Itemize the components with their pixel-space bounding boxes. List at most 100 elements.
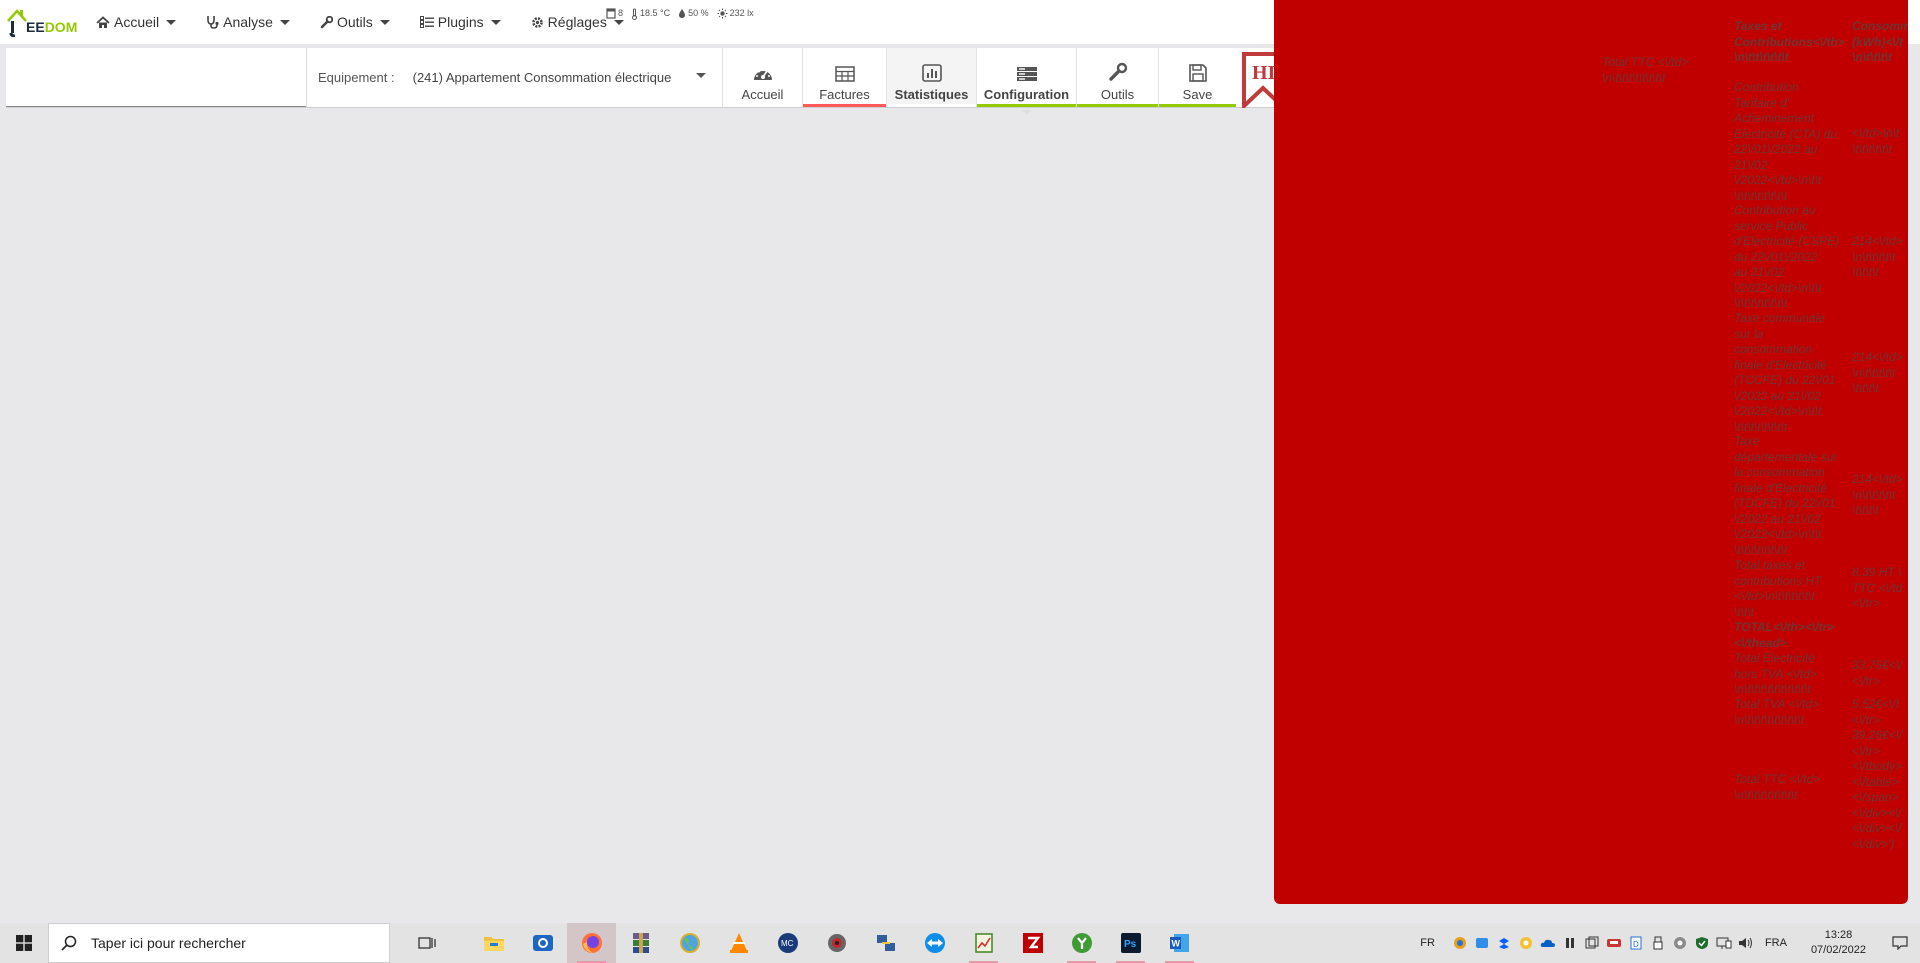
notification-button[interactable] xyxy=(1880,936,1920,950)
filezilla-button[interactable] xyxy=(1008,923,1057,963)
pause-icon xyxy=(1565,938,1574,948)
notepad-chart-button[interactable] xyxy=(959,923,1008,963)
equipment-select[interactable]: Equipement : (241) Appartement Consommat… xyxy=(306,48,722,107)
overlay-row-tccfe: Taxe communale sur la consommation final… xyxy=(1734,311,1836,434)
wrench-icon xyxy=(320,15,333,28)
jeedom-app-button[interactable] xyxy=(1057,923,1106,963)
sun-icon xyxy=(717,8,728,19)
tray-app-3[interactable] xyxy=(1493,923,1515,963)
windows-icon xyxy=(1585,936,1599,949)
overlay-row-total-ttc-value: 39.26€<\/ <\/tr> <\/tbody> <\/table> <\/… xyxy=(1852,728,1903,851)
system-tray: FR D FRA 13:28 07/02/2022 xyxy=(1420,923,1920,963)
firefox-button[interactable] xyxy=(567,923,616,963)
luminosity-status[interactable]: 232 lx xyxy=(717,8,754,19)
sync-icon xyxy=(1519,937,1532,949)
humidity-status[interactable]: 50 % xyxy=(678,8,709,19)
tray-onedrive[interactable] xyxy=(1537,923,1559,963)
overlay-row-total-tva-value: 5.52€<\/t <\/tr> xyxy=(1852,697,1900,727)
toolbar-statistiques-button[interactable]: Statistiques xyxy=(886,48,976,115)
overlay-row-cta: Contribution Tarifaire d' Acheminement E… xyxy=(1734,80,1838,203)
gear-badge-icon xyxy=(1673,937,1686,949)
taskbar-apps: MC Ps W xyxy=(402,923,1204,963)
outils-underline xyxy=(1077,104,1158,107)
toolbar-configuration-button[interactable]: Configuration xyxy=(976,48,1076,115)
teamviewer-icon xyxy=(924,933,945,953)
photoshop-icon: Ps xyxy=(1120,933,1141,953)
toolbar-outils-button[interactable]: Outils xyxy=(1076,48,1158,107)
vlc-button[interactable] xyxy=(714,923,763,963)
overlay-total-header: TOTAL<\/th><\/tr> <\/thead> xyxy=(1734,620,1835,650)
utility-app-button[interactable] xyxy=(812,923,861,963)
tray-usb[interactable] xyxy=(1647,923,1669,963)
tray-network[interactable] xyxy=(1713,923,1735,963)
overlay-row-cspe-value: 214<\/td> \n\t\t\t\t\t \t\t\t\t xyxy=(1852,234,1903,279)
taskbar-search[interactable]: Taper ici pour rechercher xyxy=(48,923,390,963)
tray-app-5[interactable] xyxy=(1603,923,1625,963)
house-logo-icon xyxy=(6,7,28,38)
toolbar-save-button[interactable]: Save xyxy=(1158,48,1236,107)
overlay-row-total-elec: Total Electricité hors TVA <\/td> \n\t\t… xyxy=(1734,651,1817,696)
tray-app-6[interactable]: D xyxy=(1625,923,1647,963)
teamviewer-button[interactable] xyxy=(910,923,959,963)
tray-copy[interactable] xyxy=(1581,923,1603,963)
tray-lang[interactable]: FRA xyxy=(1765,937,1787,949)
svg-text:D: D xyxy=(1633,940,1639,949)
onedrive-icon xyxy=(1540,939,1555,947)
tray-app-1[interactable] xyxy=(1449,923,1471,963)
jeedom-app-icon xyxy=(1071,933,1092,953)
tray-app-2[interactable] xyxy=(1471,923,1493,963)
toolbar-accueil-button[interactable]: Accueil xyxy=(722,48,802,107)
tray-lang-short[interactable]: FR xyxy=(1420,937,1435,949)
globe-icon xyxy=(679,933,700,953)
tray-volume[interactable] xyxy=(1735,923,1757,963)
equipment-value: (241) Appartement Consommation électriqu… xyxy=(412,70,672,85)
toolbar-factures-button[interactable]: Factures xyxy=(802,48,886,107)
wrench-icon xyxy=(1108,62,1127,81)
overlay-row-tdcfe: Taxe départementale sur la consommation … xyxy=(1734,434,1838,557)
windows-logo-icon xyxy=(16,935,32,951)
tray-app-4[interactable] xyxy=(1515,923,1537,963)
bar-chart-icon xyxy=(921,64,942,82)
task-view-button[interactable] xyxy=(402,923,451,963)
jeedom-logo[interactable]: EEDOM xyxy=(6,3,77,38)
network-app-button[interactable] xyxy=(861,923,910,963)
menu-plugins[interactable]: Plugins xyxy=(419,10,501,34)
clock-date: 07/02/2022 xyxy=(1810,944,1866,956)
shield-icon xyxy=(1453,937,1466,949)
chevron-down-icon xyxy=(279,19,290,25)
tray-security[interactable] xyxy=(1691,923,1713,963)
chevron-down-icon xyxy=(166,19,177,25)
photoshop-button[interactable]: Ps xyxy=(1106,923,1155,963)
search-icon xyxy=(61,935,77,951)
overlay-header-taxes: Taxes et Contributions<\/th> \n\t\t\t\t\… xyxy=(1734,19,1845,64)
overlay-total-ttc-top: Total TTC <\/td> \n\t\t\t\t\t\t\t\t xyxy=(1602,55,1689,85)
file-explorer-icon xyxy=(483,937,504,951)
chevron-down-icon xyxy=(379,19,390,25)
winrar-button[interactable] xyxy=(616,923,665,963)
chevron-down-icon xyxy=(696,73,706,78)
menu-outils[interactable]: Outils xyxy=(320,10,390,34)
word-button[interactable]: W xyxy=(1155,923,1204,963)
security-shield-icon xyxy=(1695,937,1708,949)
dashboard-icon xyxy=(753,69,772,80)
usb-icon xyxy=(1653,936,1663,950)
overlay-row-total-tva: Total TVA <\/td> \n\t\t\t\t\t\t\t\t\t xyxy=(1734,697,1820,727)
temperature-status[interactable]: 18.5 °C xyxy=(631,8,670,20)
tray-app-7[interactable] xyxy=(1669,923,1691,963)
menu-analyse[interactable]: Analyse xyxy=(206,10,290,34)
tray-clock[interactable]: 13:28 07/02/2022 xyxy=(1811,928,1866,958)
media-center-button[interactable]: MC xyxy=(763,923,812,963)
menu-accueil[interactable]: Accueil xyxy=(96,10,177,34)
tray-pause[interactable] xyxy=(1559,923,1581,963)
globe-app-button[interactable] xyxy=(665,923,714,963)
app-icon xyxy=(827,934,846,952)
outlook-button[interactable] xyxy=(518,923,567,963)
file-explorer-button[interactable] xyxy=(469,923,518,963)
overlay-row-cta-value: <\/td>\n\t \t\t\t\t\t\t xyxy=(1852,126,1900,156)
door-status[interactable]: 8 xyxy=(606,8,623,19)
network-icon xyxy=(876,935,895,951)
status-summary: 8 18.5 °C 50 % 232 lx xyxy=(606,8,762,20)
configuration-underline xyxy=(977,104,1076,107)
start-button[interactable] xyxy=(0,923,48,963)
task-view-icon xyxy=(417,937,436,949)
